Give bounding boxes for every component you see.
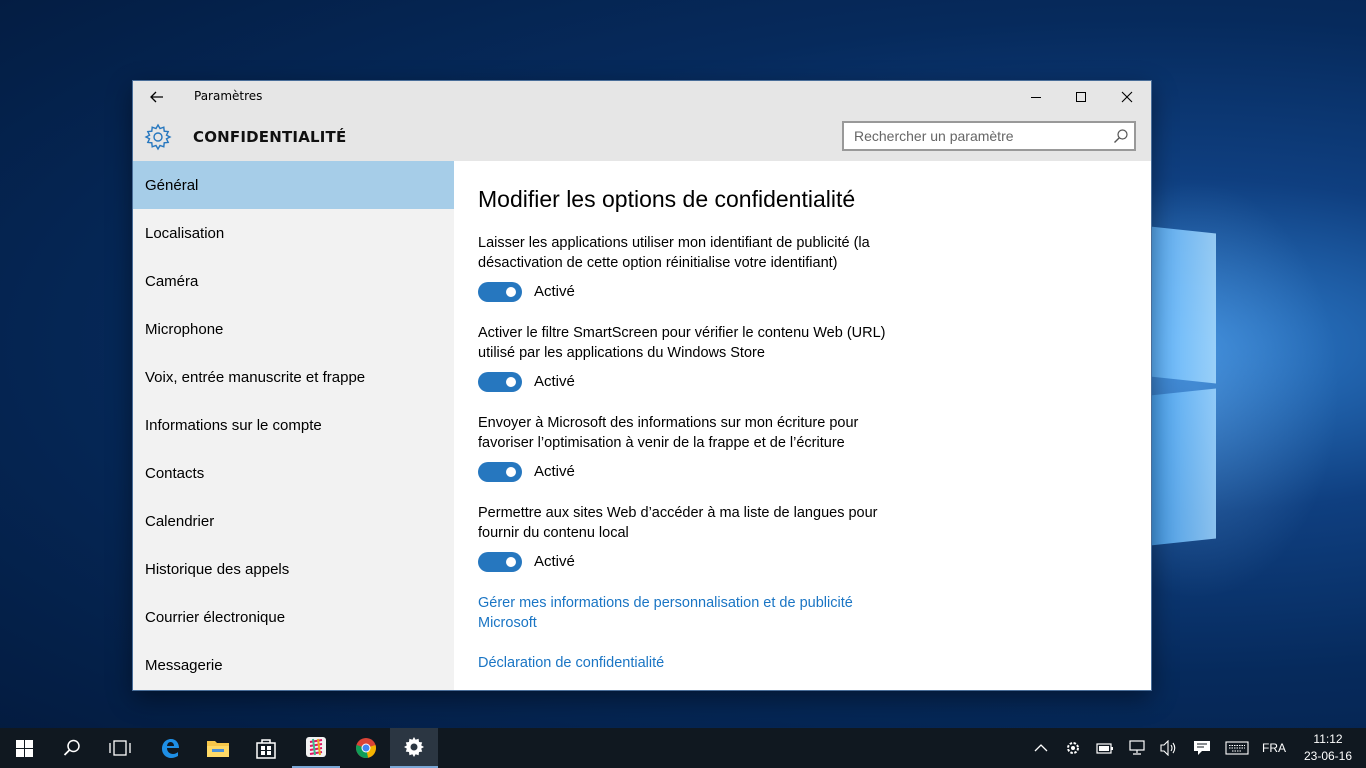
sidebar-item-email[interactable]: Courrier électronique xyxy=(133,593,454,641)
gear-badge-icon xyxy=(1067,742,1079,754)
toggle-knob xyxy=(506,287,516,297)
gear-icon xyxy=(404,737,424,757)
sidebar-item-messaging[interactable]: Messagerie xyxy=(133,641,454,689)
settings-header: CONFIDENTIALITÉ xyxy=(133,113,1151,161)
clock-time: 11:12 xyxy=(1313,732,1343,746)
clock-date: 23-06-16 xyxy=(1303,749,1353,763)
sidebar-item-call-history[interactable]: Historique des appels xyxy=(133,545,454,593)
edge-icon xyxy=(162,739,179,758)
edge-app-button[interactable] xyxy=(146,728,194,768)
writing-info-toggle[interactable] xyxy=(478,462,522,482)
maximize-button[interactable] xyxy=(1058,81,1104,113)
task-view-button[interactable] xyxy=(96,728,144,768)
network-button[interactable] xyxy=(1121,728,1153,768)
task-view-icon xyxy=(109,740,131,756)
volume-button[interactable] xyxy=(1153,728,1185,768)
slack-app-button[interactable] xyxy=(292,728,340,768)
toggle-knob xyxy=(506,557,516,567)
back-arrow-icon xyxy=(150,91,163,103)
store-button[interactable] xyxy=(242,728,290,768)
sidebar-item-speech-inking-typing[interactable]: Voix, entrée manuscrite et frappe xyxy=(133,353,454,401)
settings-app-button[interactable] xyxy=(390,728,438,768)
search-button[interactable] xyxy=(48,728,96,768)
sidebar-item-calendar[interactable]: Calendrier xyxy=(133,497,454,545)
wallpaper-window-pane xyxy=(1150,226,1216,384)
page-title: Modifier les options de confidentialité xyxy=(478,186,856,212)
main-content: Modifier les options de confidentialité … xyxy=(454,161,1151,690)
maximize-icon xyxy=(1076,92,1086,102)
back-button[interactable] xyxy=(133,81,181,113)
section-title: CONFIDENTIALITÉ xyxy=(193,128,347,146)
search-box[interactable] xyxy=(842,121,1136,151)
language-list-toggle[interactable] xyxy=(478,552,522,572)
gear-icon xyxy=(144,123,172,151)
slack-icon xyxy=(306,737,326,757)
start-button[interactable] xyxy=(0,728,48,768)
option-description: Activer le filtre SmartScreen pour vérif… xyxy=(478,325,886,361)
option-description: Permettre aux sites Web d’accéder à ma l… xyxy=(478,505,878,541)
minimize-icon xyxy=(1031,97,1041,98)
manage-personalization-link[interactable]: Gérer mes informations de personnalisati… xyxy=(478,593,908,633)
chevron-up-icon xyxy=(1034,744,1048,752)
folder-icon xyxy=(207,741,229,757)
keyboard-icon xyxy=(1225,741,1249,755)
taskbar: FRA 11:12 23-06-16 xyxy=(0,728,1366,768)
toggle-state-label: Activé xyxy=(534,373,575,390)
minimize-button[interactable] xyxy=(1013,81,1059,113)
option-description: Laisser les applications utiliser mon id… xyxy=(478,235,870,271)
settings-window: Paramètres CONFIDENTIALITÉ Généra xyxy=(133,81,1151,690)
toggle-state-label: Activé xyxy=(534,463,575,480)
sidebar-item-camera[interactable]: Caméra xyxy=(133,257,454,305)
toggle-knob xyxy=(506,467,516,477)
smartscreen-toggle[interactable] xyxy=(478,372,522,392)
search-icon xyxy=(63,739,80,756)
close-icon xyxy=(1121,91,1133,103)
wallpaper-window-pane xyxy=(1150,388,1216,546)
privacy-statement-link[interactable]: Déclaration de confidentialité xyxy=(478,653,908,673)
show-hidden-icons-button[interactable] xyxy=(1025,728,1057,768)
close-button[interactable] xyxy=(1104,81,1150,113)
sidebar-item-location[interactable]: Localisation xyxy=(133,209,454,257)
sidebar-item-account-info[interactable]: Informations sur le compte xyxy=(133,401,454,449)
battery-button[interactable] xyxy=(1089,728,1121,768)
windows-logo-icon xyxy=(15,739,33,757)
clock[interactable]: 11:12 23-06-16 xyxy=(1296,731,1360,765)
store-bag-icon xyxy=(256,739,276,759)
touch-keyboard-button[interactable] xyxy=(1221,728,1253,768)
toggle-state-label: Activé xyxy=(534,553,575,570)
search-input[interactable] xyxy=(844,123,1116,149)
input-language-indicator[interactable]: FRA xyxy=(1262,728,1286,768)
toggle-knob xyxy=(506,377,516,387)
notification-icon xyxy=(1194,741,1210,755)
sidebar-item-contacts[interactable]: Contacts xyxy=(133,449,454,497)
speaker-icon xyxy=(1160,740,1176,756)
toggle-state-label: Activé xyxy=(534,283,575,300)
sidebar-item-microphone[interactable]: Microphone xyxy=(133,305,454,353)
action-center-button[interactable] xyxy=(1186,728,1218,768)
title-bar: Paramètres xyxy=(133,81,1151,113)
sidebar: Général Localisation Caméra Microphone V… xyxy=(133,161,454,690)
sidebar-item-general[interactable]: Général xyxy=(133,161,454,209)
search-icon[interactable] xyxy=(1113,128,1129,144)
tray-app-button[interactable] xyxy=(1057,728,1089,768)
window-title: Paramètres xyxy=(194,89,263,103)
network-icon xyxy=(1129,740,1145,755)
chrome-app-button[interactable] xyxy=(342,728,390,768)
battery-icon xyxy=(1096,743,1113,754)
advertising-id-toggle[interactable] xyxy=(478,282,522,302)
file-explorer-button[interactable] xyxy=(194,728,242,768)
chrome-icon xyxy=(356,738,376,758)
option-description: Envoyer à Microsoft des informations sur… xyxy=(478,415,859,451)
